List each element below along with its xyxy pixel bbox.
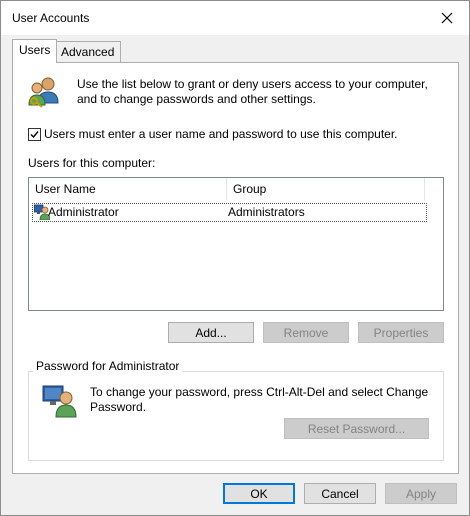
- user-accounts-dialog: User Accounts Users Advanced Use the lis…: [0, 0, 470, 516]
- table-row[interactable]: Administrator Administrators: [32, 203, 427, 222]
- tab-advanced-label: Advanced: [61, 45, 115, 59]
- row-user-name: Administrator: [48, 205, 119, 219]
- close-icon: [441, 12, 453, 24]
- require-login-checkbox[interactable]: [28, 128, 41, 141]
- tab-users-label: Users: [19, 43, 51, 57]
- reset-password-button[interactable]: Reset Password...: [284, 418, 429, 439]
- tab-users[interactable]: Users: [12, 39, 58, 63]
- tab-advanced[interactable]: Advanced: [54, 41, 122, 62]
- users-list[interactable]: User Name Group Administrator Administra…: [28, 177, 444, 311]
- cancel-button[interactable]: Cancel: [304, 483, 376, 504]
- intro-text: Use the list below to grant or deny user…: [77, 77, 428, 106]
- user-monitor-icon: [42, 385, 77, 418]
- users-icon: [28, 77, 59, 108]
- users-list-label: Users for this computer:: [28, 156, 156, 170]
- password-group-title: Password for Administrator: [33, 359, 183, 373]
- password-info-text: To change your password, press Ctrl-Alt-…: [90, 385, 429, 414]
- row-group: Administrators: [228, 205, 305, 219]
- column-user-name[interactable]: User Name: [29, 178, 227, 200]
- list-header: User Name Group: [29, 178, 443, 200]
- require-login-label[interactable]: Users must enter a user name and passwor…: [44, 127, 398, 141]
- close-button[interactable]: [425, 1, 469, 35]
- add-button[interactable]: Add...: [168, 322, 254, 343]
- apply-button[interactable]: Apply: [385, 483, 457, 504]
- properties-button[interactable]: Properties: [358, 322, 444, 343]
- title-bar: User Accounts: [1, 1, 469, 35]
- column-group[interactable]: Group: [227, 178, 425, 200]
- users-tab-panel: Use the list below to grant or deny user…: [12, 62, 459, 474]
- remove-button[interactable]: Remove: [263, 322, 349, 343]
- checkmark-icon: [30, 131, 39, 139]
- window-title: User Accounts: [12, 11, 90, 25]
- ok-button[interactable]: OK: [223, 483, 295, 504]
